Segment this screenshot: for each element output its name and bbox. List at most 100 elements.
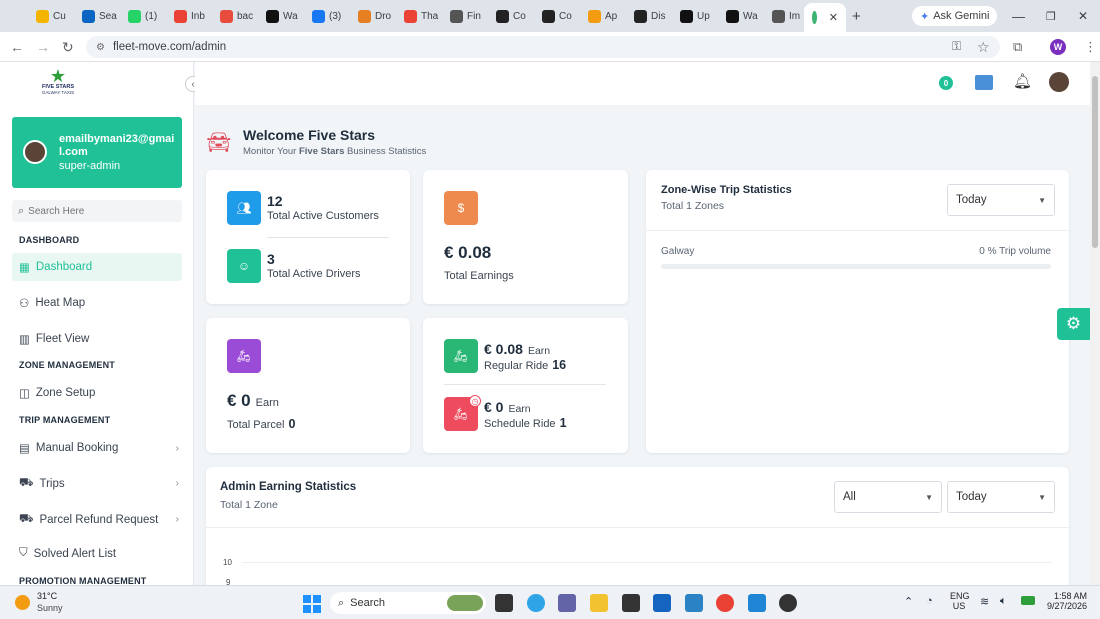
browser-tab[interactable]: Tha (404, 5, 438, 27)
browser-tab[interactable]: Sea (82, 5, 117, 27)
teams-icon[interactable] (558, 594, 576, 612)
url-field[interactable]: ⚙ fleet-move.com/admin (86, 36, 1000, 58)
tab-favicon-icon (588, 9, 601, 23)
store-icon[interactable] (653, 594, 671, 612)
network-status-icon[interactable]: ◔ (926, 595, 933, 607)
sidebar-search[interactable]: ⌕ (12, 200, 182, 222)
sidebar-item-trips[interactable]: ⛟ Trips › (19, 476, 179, 491)
task-view-icon[interactable] (495, 594, 513, 612)
bookmark-star-icon[interactable]: ☆ (977, 39, 990, 56)
admin-time-filter-select[interactable]: Today ▼ (947, 481, 1055, 513)
browser-tab[interactable]: Co (496, 5, 526, 27)
sidebar-item-manual-booking[interactable]: ▤ Manual Booking › (19, 441, 179, 455)
volume-icon[interactable]: 🔈︎ (1000, 595, 1007, 608)
sidebar-item-fleet-view[interactable]: ▥ Fleet View (19, 332, 89, 346)
edge-icon[interactable] (527, 594, 545, 612)
vscode-icon[interactable] (748, 594, 766, 612)
browser-tab[interactable]: Wa (266, 5, 298, 27)
page-scrollbar[interactable] (1090, 62, 1100, 585)
clock[interactable]: 1:58 AM 9/27/2026 (1042, 591, 1087, 611)
wifi-icon[interactable]: ≋ (980, 595, 989, 608)
password-key-icon[interactable]: ⚿ (952, 39, 961, 54)
schedule-ride: Schedule Ride 1 (484, 416, 567, 430)
sun-weather-icon[interactable] (15, 595, 30, 610)
app-icon[interactable] (622, 594, 640, 612)
zone-time-filter-select[interactable]: Today ▼ (947, 184, 1055, 216)
section-trip-management: TRIP MANAGEMENT (19, 415, 111, 425)
sidebar-item-parcel-refund[interactable]: ⛟ Parcel Refund Request › (19, 512, 179, 527)
browser-tab[interactable]: Fin (450, 5, 481, 27)
file-explorer-icon[interactable] (590, 594, 608, 612)
user-profile-card[interactable]: emailbymani23@gmail.com super-admin (12, 117, 182, 188)
forward-icon[interactable]: → (36, 39, 50, 55)
gemini-icon: ✦ (920, 10, 930, 23)
back-icon[interactable]: ← (10, 39, 24, 55)
notepad-icon[interactable] (685, 594, 703, 612)
sidebar-item-solved-alert[interactable]: ⛉ Solved Alert List (19, 547, 116, 560)
language-flag-icon[interactable] (975, 75, 993, 90)
section-dashboard: DASHBOARD (19, 235, 80, 245)
tab-favicon-icon (404, 9, 417, 23)
extensions-icon[interactable]: ⧉ (1013, 39, 1022, 55)
browser-tab[interactable]: Up (680, 5, 710, 27)
browser-tab[interactable]: bac (220, 5, 253, 27)
sidebar-search-input[interactable] (28, 205, 169, 217)
tab-favicon-icon (450, 9, 463, 23)
earnings-card: $ € 0.08 Total Earnings (423, 170, 628, 304)
browser-tab[interactable]: Dis (634, 5, 665, 27)
chevron-right-icon: › (175, 478, 179, 489)
maximize-icon[interactable]: ❐ (1046, 5, 1056, 27)
parcel-earn: € 0 Earn (227, 391, 279, 410)
search-icon: ⌕ (338, 596, 345, 609)
profile-avatar[interactable]: W (1050, 39, 1066, 55)
browser-tab[interactable]: Cu (36, 5, 66, 27)
bell-icon[interactable]: 🔔︎ (1013, 72, 1032, 90)
header-avatar[interactable] (1049, 72, 1069, 92)
ask-gemini-button[interactable]: ✦ Ask Gemini (912, 6, 998, 26)
welcome-title: Welcome Five Stars (243, 127, 376, 143)
reload-icon[interactable]: ↻ (62, 39, 74, 56)
settings-gear-icon[interactable]: ⚙ (1057, 308, 1090, 340)
taskbar-search[interactable]: ⌕ Search (330, 592, 486, 614)
app-icon[interactable] (779, 594, 797, 612)
active-tab[interactable]: ✕ (804, 3, 846, 32)
admin-earning-subtitle: Total 1 Zone (220, 499, 278, 511)
browser-tab[interactable]: Co (542, 5, 572, 27)
company-logo[interactable]: ★ FIVE STARS GALWAY TAXIS (32, 67, 84, 102)
grid-line (242, 562, 1052, 563)
parcel-scooter-icon: 🛵︎ (227, 339, 261, 373)
new-tab-button[interactable]: + (852, 5, 861, 27)
chevron-up-icon[interactable]: ⌃ (904, 595, 913, 608)
chrome-icon[interactable] (716, 594, 734, 612)
sidebar-item-zone-setup[interactable]: ◫ Zone Setup (19, 386, 95, 400)
sidebar-item-heat-map[interactable]: ⚇ Heat Map (19, 296, 85, 310)
minimize-icon[interactable]: — (1012, 5, 1025, 27)
welcome-subtitle: Monitor Your Five Stars Business Statist… (243, 146, 427, 157)
user-role: super-admin (59, 160, 121, 172)
tab-favicon-icon (36, 9, 49, 23)
close-window-icon[interactable]: ✕ (1078, 5, 1088, 27)
zone-progress-track (661, 264, 1051, 269)
browser-tab[interactable]: (1) (128, 5, 157, 27)
sidebar-item-dashboard[interactable]: ▦ Dashboard (19, 260, 92, 274)
tab-favicon-icon (82, 9, 95, 23)
regular-ride: Regular Ride 16 (484, 358, 567, 372)
battery-icon[interactable] (1021, 596, 1035, 605)
site-info-icon[interactable]: ⚙ (96, 42, 105, 53)
browser-tab[interactable]: Inb (174, 5, 205, 27)
badge-count[interactable]: 0 (939, 76, 953, 90)
admin-zone-filter-select[interactable]: All ▼ (834, 481, 942, 513)
close-tab-icon[interactable]: ✕ (829, 11, 838, 24)
windows-start-icon[interactable] (303, 595, 321, 613)
browser-menu-icon[interactable]: ⋮ (1084, 39, 1097, 55)
car-icon: ⛟ (19, 477, 34, 489)
browser-tab[interactable]: Wa (726, 5, 758, 27)
zone-stats-title: Zone-Wise Trip Statistics (661, 184, 792, 196)
scrollbar-thumb[interactable] (1092, 76, 1098, 248)
browser-tab[interactable]: Im (772, 5, 800, 27)
browser-tab[interactable]: Ap (588, 5, 617, 27)
lang-indicator[interactable]: ENG US (950, 591, 970, 611)
driver-icon: ☺ (227, 249, 261, 283)
browser-tab[interactable]: (3) (312, 5, 341, 27)
browser-tab[interactable]: Dro (358, 5, 391, 27)
